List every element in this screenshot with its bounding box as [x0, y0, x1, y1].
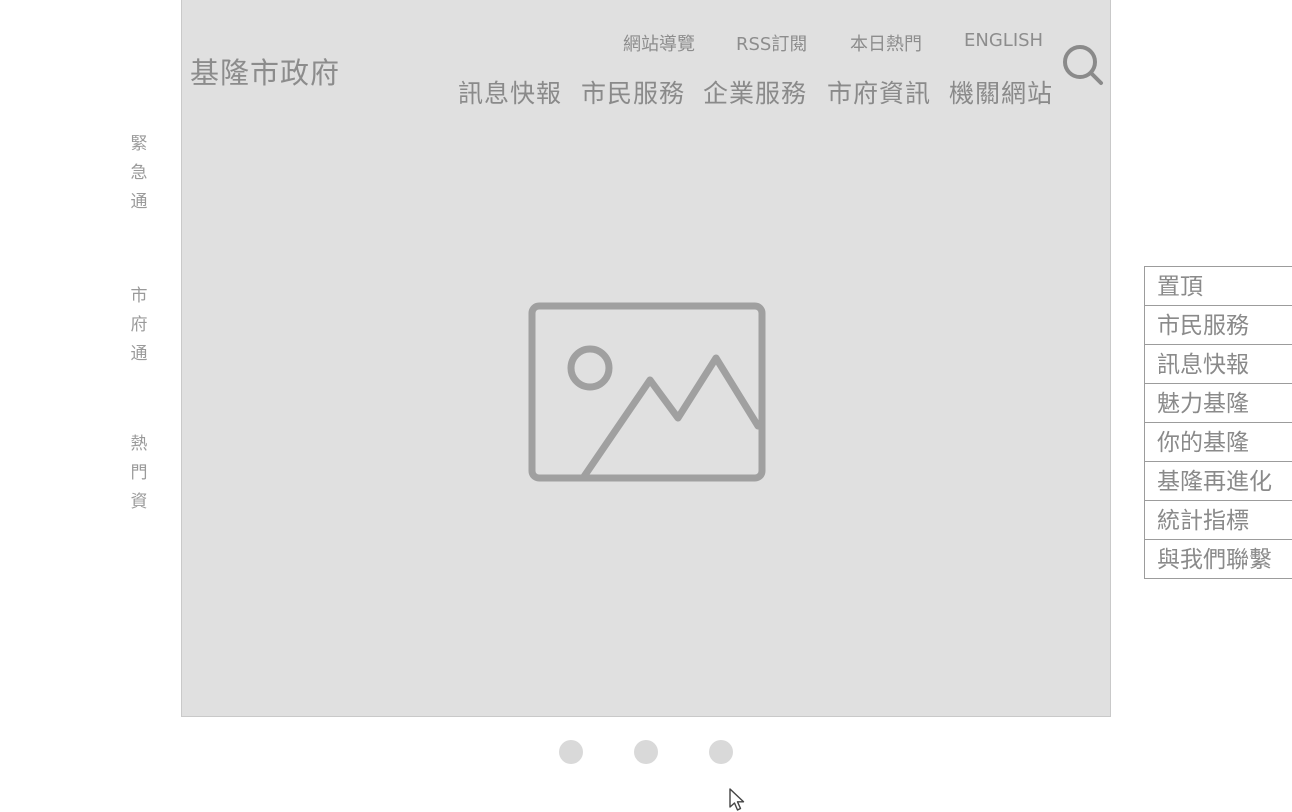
util-link-popular[interactable]: 本日熱門	[850, 30, 922, 56]
carousel-pagination	[0, 740, 1292, 764]
nav-agency-sites[interactable]: 機關網站	[949, 74, 1053, 110]
main-nav: 訊息快報 市民服務 企業服務 市府資訊 機關網站	[182, 74, 1110, 110]
rail-item-hot-info[interactable]: 熱 門 資	[126, 430, 152, 517]
anchor-charm-keelung[interactable]: 魅力基隆	[1145, 384, 1292, 423]
rail-char: 市	[130, 286, 148, 306]
rail-char: 府	[130, 315, 148, 335]
rail-char: 急	[130, 163, 148, 183]
carousel-dot-3[interactable]	[709, 740, 733, 764]
hero-banner: 基隆市政府 網站導覽 RSS訂閱 本日熱門 ENGLISH 訊息快報 市民服務 …	[181, 0, 1111, 717]
carousel-dot-2[interactable]	[634, 740, 658, 764]
util-link-rss[interactable]: RSS訂閱	[736, 30, 807, 56]
nav-news[interactable]: 訊息快報	[458, 74, 562, 110]
rail-char: 門	[130, 463, 148, 483]
nav-gov-info[interactable]: 市府資訊	[827, 74, 931, 110]
anchor-statistics[interactable]: 統計指標	[1145, 501, 1292, 540]
rail-item-emergency[interactable]: 緊 急 通	[126, 130, 152, 217]
util-link-sitemap[interactable]: 網站導覽	[623, 30, 695, 56]
utility-nav: 網站導覽 RSS訂閱 本日熱門 ENGLISH	[182, 30, 1110, 56]
util-link-english[interactable]: ENGLISH	[964, 30, 1043, 51]
right-anchor-nav: 置頂 市民服務 訊息快報 魅力基隆 你的基隆 基隆再進化 統計指標 與我們聯繫	[1144, 266, 1292, 579]
anchor-citizen-services[interactable]: 市民服務	[1145, 306, 1292, 345]
left-quick-links: 緊 急 通 市 府 通 熱 門 資	[126, 0, 152, 600]
anchor-your-keelung[interactable]: 你的基隆	[1145, 423, 1292, 462]
rail-item-city-gov[interactable]: 市 府 通	[126, 282, 152, 369]
mouse-pointer-icon	[729, 788, 745, 811]
anchor-keelung-evolution[interactable]: 基隆再進化	[1145, 462, 1292, 501]
rail-char: 熱	[130, 434, 148, 454]
rail-char: 緊	[130, 134, 148, 154]
rail-char: 通	[130, 192, 148, 212]
image-placeholder-icon	[528, 302, 766, 482]
nav-business-services[interactable]: 企業服務	[703, 74, 807, 110]
anchor-contact-us[interactable]: 與我們聯繫	[1145, 540, 1292, 579]
rail-char: 通	[130, 344, 148, 364]
nav-citizen-services[interactable]: 市民服務	[581, 74, 685, 110]
carousel-dot-1[interactable]	[559, 740, 583, 764]
anchor-news[interactable]: 訊息快報	[1145, 345, 1292, 384]
search-icon[interactable]	[1060, 42, 1106, 88]
rail-char: 資	[130, 492, 148, 512]
anchor-top[interactable]: 置頂	[1145, 267, 1292, 306]
